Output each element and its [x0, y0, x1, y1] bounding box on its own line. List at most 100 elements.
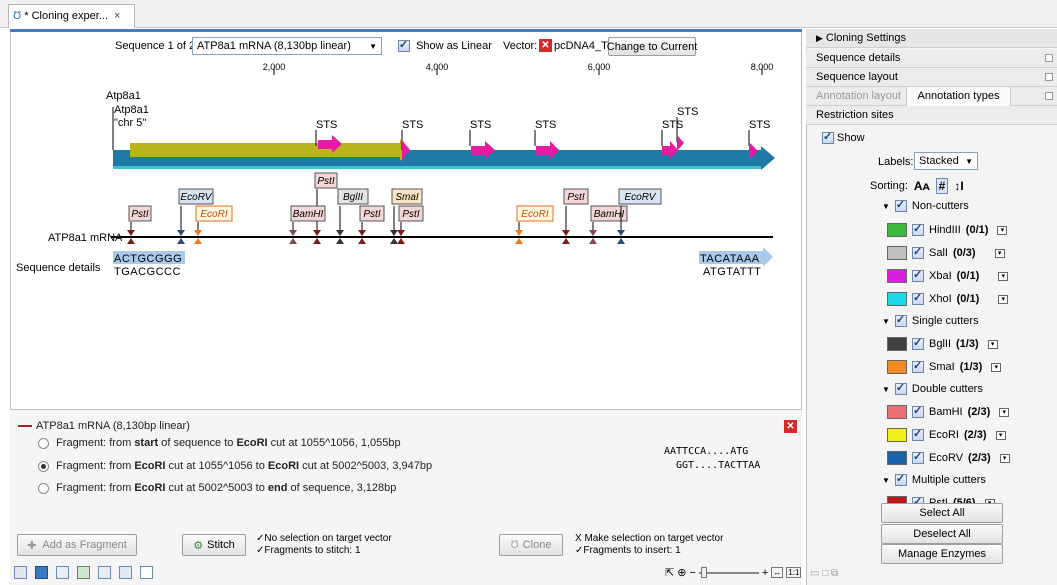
filter-icon[interactable]: ▾	[999, 407, 1010, 417]
enzyme-label-psti[interactable]: PstI	[402, 209, 419, 220]
group-double-cutters[interactable]: ▼ Double cutters	[882, 381, 983, 395]
enzyme-row-smai[interactable]: SmaI (1/3) ▾	[887, 359, 1002, 374]
enzyme-label-psti[interactable]: PstI	[567, 192, 584, 203]
clone-button[interactable]: Ʊ Clone	[499, 534, 563, 556]
group-single-cutters[interactable]: ▼ Single cutters	[882, 313, 979, 327]
stitch-button[interactable]: ⚙ Stitch	[182, 534, 246, 556]
checkbox-icon[interactable]	[912, 359, 924, 373]
enzyme-color-swatch[interactable]	[887, 337, 907, 351]
table-view-icon[interactable]	[98, 566, 111, 579]
filter-icon[interactable]: ▾	[994, 248, 1005, 258]
checkbox-icon[interactable]	[894, 313, 907, 327]
filter-icon[interactable]: ▾	[998, 294, 1009, 304]
enzyme-color-swatch[interactable]	[887, 405, 907, 419]
enzyme-label-bglii[interactable]: BglII	[343, 192, 363, 203]
section-sequence-layout[interactable]: Sequence layout	[806, 68, 1057, 87]
radio-button[interactable]	[38, 482, 49, 494]
sort-number-icon[interactable]: #	[935, 178, 949, 194]
section-toggle-icon[interactable]	[1045, 54, 1053, 62]
checkbox-icon[interactable]	[912, 291, 924, 305]
enzyme-label-ecorv[interactable]: EcoRV	[181, 192, 213, 203]
checkbox-icon[interactable]	[912, 450, 924, 464]
fit-width-icon[interactable]: ↔	[771, 567, 784, 578]
enzyme-color-swatch[interactable]	[887, 428, 907, 442]
enzyme-color-swatch[interactable]	[887, 451, 907, 465]
panel-footer-icons[interactable]: ▭ □ ⧉	[810, 568, 838, 579]
fragment-option-1[interactable]: Fragment: from start of sequence to EcoR…	[38, 437, 401, 449]
tab-annotation-layout[interactable]: Annotation layout	[816, 90, 901, 102]
group-non-cutters[interactable]: ▼ Non-cutters	[882, 198, 969, 212]
enzyme-color-swatch[interactable]	[887, 360, 907, 374]
checkbox-icon[interactable]	[912, 222, 924, 236]
enzyme-row-xhoi[interactable]: XhoI (0/1) ▾	[887, 291, 1009, 306]
enzyme-label-psti[interactable]: PstI	[317, 176, 334, 187]
info-view-icon[interactable]	[119, 566, 132, 579]
enzyme-label-psti[interactable]: PstI	[131, 209, 148, 220]
enzyme-label-bamhi[interactable]: BamHI	[293, 209, 324, 220]
show-restriction-checkbox[interactable]: Show	[822, 130, 865, 145]
checkbox-icon[interactable]	[912, 404, 924, 418]
remove-icon[interactable]: ✕	[784, 420, 797, 433]
checkbox-icon[interactable]	[894, 381, 907, 395]
enzyme-color-swatch[interactable]	[887, 269, 907, 283]
expand-icon[interactable]: ▼	[882, 202, 890, 211]
enzyme-label-bamhi[interactable]: BamHI	[594, 209, 625, 220]
expand-icon[interactable]: ▼	[882, 476, 890, 485]
section-toggle-icon[interactable]	[1045, 73, 1053, 81]
fragment-option-2[interactable]: Fragment: from EcoRI cut at 1055^1056 to…	[38, 460, 432, 472]
zoom-out-icon[interactable]: −	[689, 567, 695, 579]
group-multiple-cutters[interactable]: ▼ Multiple cutters	[882, 472, 986, 486]
plus-icon[interactable]: +	[762, 567, 768, 579]
add-as-fragment-button[interactable]: ✚ Add as Fragment	[17, 534, 137, 556]
enzyme-row-bamhi[interactable]: BamHI (2/3) ▾	[887, 404, 1010, 419]
radio-button[interactable]	[38, 437, 49, 449]
panel-collapse-icon[interactable]: ▶	[816, 33, 823, 43]
pointer-icon[interactable]: ⇱	[665, 566, 674, 579]
checkbox-icon[interactable]	[912, 336, 924, 350]
zoom-slider[interactable]	[698, 566, 759, 578]
filter-icon[interactable]: ▾	[991, 362, 1002, 372]
enzyme-row-ecorv[interactable]: EcoRV (2/3) ▾	[887, 450, 1010, 465]
checkbox-icon[interactable]	[894, 198, 907, 212]
enzyme-row-bglii[interactable]: BglII (1/3) ▾	[887, 336, 998, 351]
section-restriction-sites[interactable]: Restriction sites	[806, 106, 1057, 125]
sort-alphabetical-icon[interactable]: Aᴀ	[914, 179, 930, 193]
select-all-button[interactable]: Select All	[881, 503, 1003, 523]
list-view-icon[interactable]	[14, 566, 27, 579]
filter-icon[interactable]: ▾	[999, 453, 1010, 463]
expand-icon[interactable]: ▼	[882, 317, 890, 326]
checkbox-icon[interactable]	[912, 427, 924, 441]
enzyme-label-ecori[interactable]: EcoRI	[521, 209, 548, 220]
section-toggle-icon[interactable]	[1045, 92, 1053, 100]
radio-button[interactable]	[38, 460, 49, 472]
enzyme-color-swatch[interactable]	[887, 223, 907, 237]
fragment-option-3[interactable]: Fragment: from EcoRI cut at 5002^5003 to…	[38, 482, 396, 494]
cloning-view-icon[interactable]	[35, 566, 48, 579]
enzyme-label-ecorv[interactable]: EcoRV	[625, 192, 657, 203]
checkbox-icon[interactable]	[912, 268, 924, 282]
filter-icon[interactable]: ▾	[997, 225, 1008, 235]
graph-view-icon[interactable]	[77, 566, 90, 579]
enzyme-label-ecori[interactable]: EcoRI	[200, 209, 227, 220]
sort-position-icon[interactable]: ↕I	[954, 179, 963, 193]
expand-icon[interactable]: ▼	[882, 385, 890, 394]
enzyme-label-smai[interactable]: SmaI	[395, 192, 419, 203]
filter-icon[interactable]: ▾	[987, 339, 998, 349]
enzyme-color-swatch[interactable]	[887, 246, 907, 260]
checkbox-icon[interactable]	[912, 245, 924, 259]
enzyme-label-psti[interactable]: PstI	[363, 209, 380, 220]
deselect-all-button[interactable]: Deselect All	[881, 524, 1003, 544]
enzyme-row-xbai[interactable]: XbaI (0/1) ▾	[887, 268, 1009, 283]
manage-enzymes-button[interactable]: Manage Enzymes	[881, 544, 1003, 564]
tab-annotation-types[interactable]: Annotation types	[906, 87, 1011, 106]
text-view-icon[interactable]	[56, 566, 69, 579]
filter-icon[interactable]: ▾	[998, 271, 1009, 281]
actual-size-icon[interactable]: 1:1	[786, 567, 802, 578]
zoom-in-icon[interactable]: ⊕	[677, 566, 686, 579]
enzyme-color-swatch[interactable]	[887, 292, 907, 306]
labels-select[interactable]: Stacked ▼	[914, 152, 978, 170]
enzyme-row-sali[interactable]: SalI (0/3) ▾	[887, 245, 1005, 260]
checkbox-icon[interactable]	[894, 472, 907, 486]
section-sequence-details[interactable]: Sequence details	[806, 49, 1057, 68]
filter-icon[interactable]: ▾	[995, 430, 1006, 440]
